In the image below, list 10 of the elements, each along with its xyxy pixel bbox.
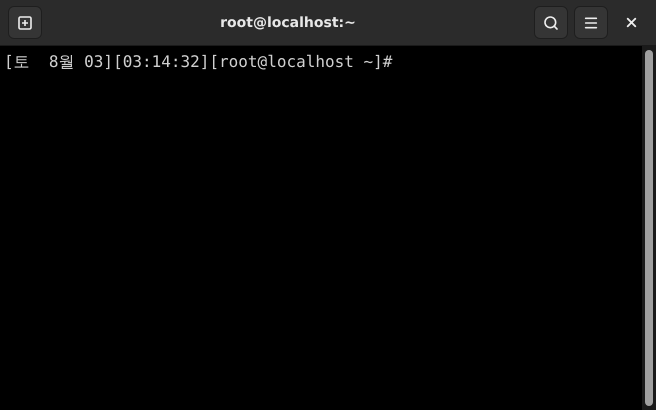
new-tab-button[interactable] [8, 6, 42, 39]
menu-icon [583, 14, 599, 30]
scrollbar-thumb[interactable] [645, 50, 653, 406]
terminal-line: [토 8월 03][03:14:32][root@localhost ~]# [4, 52, 394, 72]
window-title: root@localhost:~ [219, 14, 357, 30]
menu-button[interactable] [574, 6, 608, 39]
search-icon [543, 14, 559, 30]
search-button[interactable] [534, 6, 568, 39]
scrollbar[interactable] [642, 46, 656, 410]
new-tab-icon [17, 14, 33, 30]
